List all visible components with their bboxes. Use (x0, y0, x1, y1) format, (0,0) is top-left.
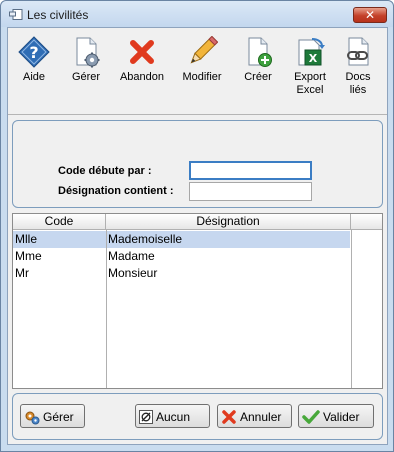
toolbar-abandon-button[interactable]: Abandon (116, 32, 168, 102)
document-add-icon (248, 37, 272, 67)
toolbar-creer-button[interactable]: Créer (232, 32, 284, 102)
title-bar[interactable]: Les civilités ✕ (1, 1, 393, 27)
table-header: Code Désignation (13, 214, 382, 230)
cancel-x-icon (222, 410, 236, 424)
cell-code: Mr (15, 266, 29, 280)
gerer-button[interactable]: Gérer (20, 404, 85, 428)
cell-code: Mlle (15, 232, 38, 246)
toolbar-aide-button[interactable]: ? Aide (8, 32, 60, 102)
help-icon: ? (18, 36, 50, 68)
cell-designation: Mademoiselle (108, 232, 183, 246)
toolbar-modifier-label: Modifier (182, 71, 222, 83)
column-header-code[interactable]: Code (13, 214, 106, 230)
aucun-button[interactable]: Aucun (135, 404, 210, 428)
cell-designation: Monsieur (108, 266, 158, 280)
pencil-icon (190, 36, 218, 64)
column-header-designation[interactable]: Désignation (106, 214, 351, 230)
toolbar: ? Aide Gérer Abandon Modifier Créer X Ex… (8, 28, 387, 106)
toolbar-creer-label: Créer (244, 71, 272, 83)
excel-export-icon: X (298, 38, 325, 66)
gerer-button-label: Gérer (43, 409, 74, 424)
linked-docs-icon (347, 37, 369, 66)
civilites-table: Code Désignation Mlle Mademoiselle Mme M… (12, 213, 383, 389)
valider-button[interactable]: Valider (298, 404, 374, 428)
close-icon: ✕ (364, 8, 376, 22)
svg-text:?: ? (29, 43, 38, 62)
table-row[interactable]: Mr Monsieur (13, 265, 350, 282)
window-title: Les civilités (27, 8, 89, 22)
toolbar-modifier-button[interactable]: Modifier (176, 32, 228, 102)
toolbar-gerer-label: Gérer (71, 71, 101, 83)
actions-panel: Gérer Aucun Annuler Valider (12, 393, 383, 440)
toolbar-aide-label: Aide (22, 71, 46, 83)
cell-designation: Madame (108, 249, 155, 263)
toolbar-divider (8, 114, 387, 115)
filter-panel: Code débute par : Désignation contient : (12, 120, 383, 208)
column-divider (106, 230, 107, 388)
table-row[interactable]: Mme Madame (13, 248, 350, 265)
checkmark-icon (302, 410, 320, 424)
designation-filter-input[interactable] (189, 182, 312, 201)
valider-button-label: Valider (323, 409, 360, 424)
dialog-window: Les civilités ✕ ? Aide Gérer Abandon Mod… (0, 0, 394, 452)
toolbar-export-excel-label: Export Excel (294, 71, 326, 96)
annuler-button-label: Annuler (240, 409, 282, 424)
designation-filter-label: Désignation contient : (58, 185, 174, 197)
document-gear-icon (76, 37, 100, 68)
aucun-button-label: Aucun (156, 409, 191, 424)
code-filter-input[interactable] (189, 161, 312, 180)
toolbar-abandon-label: Abandon (119, 71, 165, 83)
cell-code: Mme (15, 249, 42, 263)
annuler-button[interactable]: Annuler (217, 404, 292, 428)
table-scrollbar-area[interactable] (351, 230, 382, 388)
gears-icon (25, 411, 40, 425)
toolbar-export-excel-button[interactable]: X Export Excel (284, 32, 336, 102)
toolbar-docs-lies-label: Docs liés (345, 71, 371, 96)
toolbar-docs-lies-button[interactable]: Docs liés (332, 32, 384, 102)
window-app-icon (9, 9, 23, 20)
empty-set-icon (139, 409, 153, 424)
svg-text:X: X (309, 52, 318, 65)
red-x-icon (130, 40, 154, 64)
code-filter-label: Code débute par : (58, 165, 152, 177)
dialog-client: ? Aide Gérer Abandon Modifier Créer X Ex… (7, 27, 388, 445)
table-row[interactable]: Mlle Mademoiselle (13, 231, 350, 248)
toolbar-gerer-button[interactable]: Gérer (60, 32, 112, 102)
close-button[interactable]: ✕ (353, 7, 387, 23)
